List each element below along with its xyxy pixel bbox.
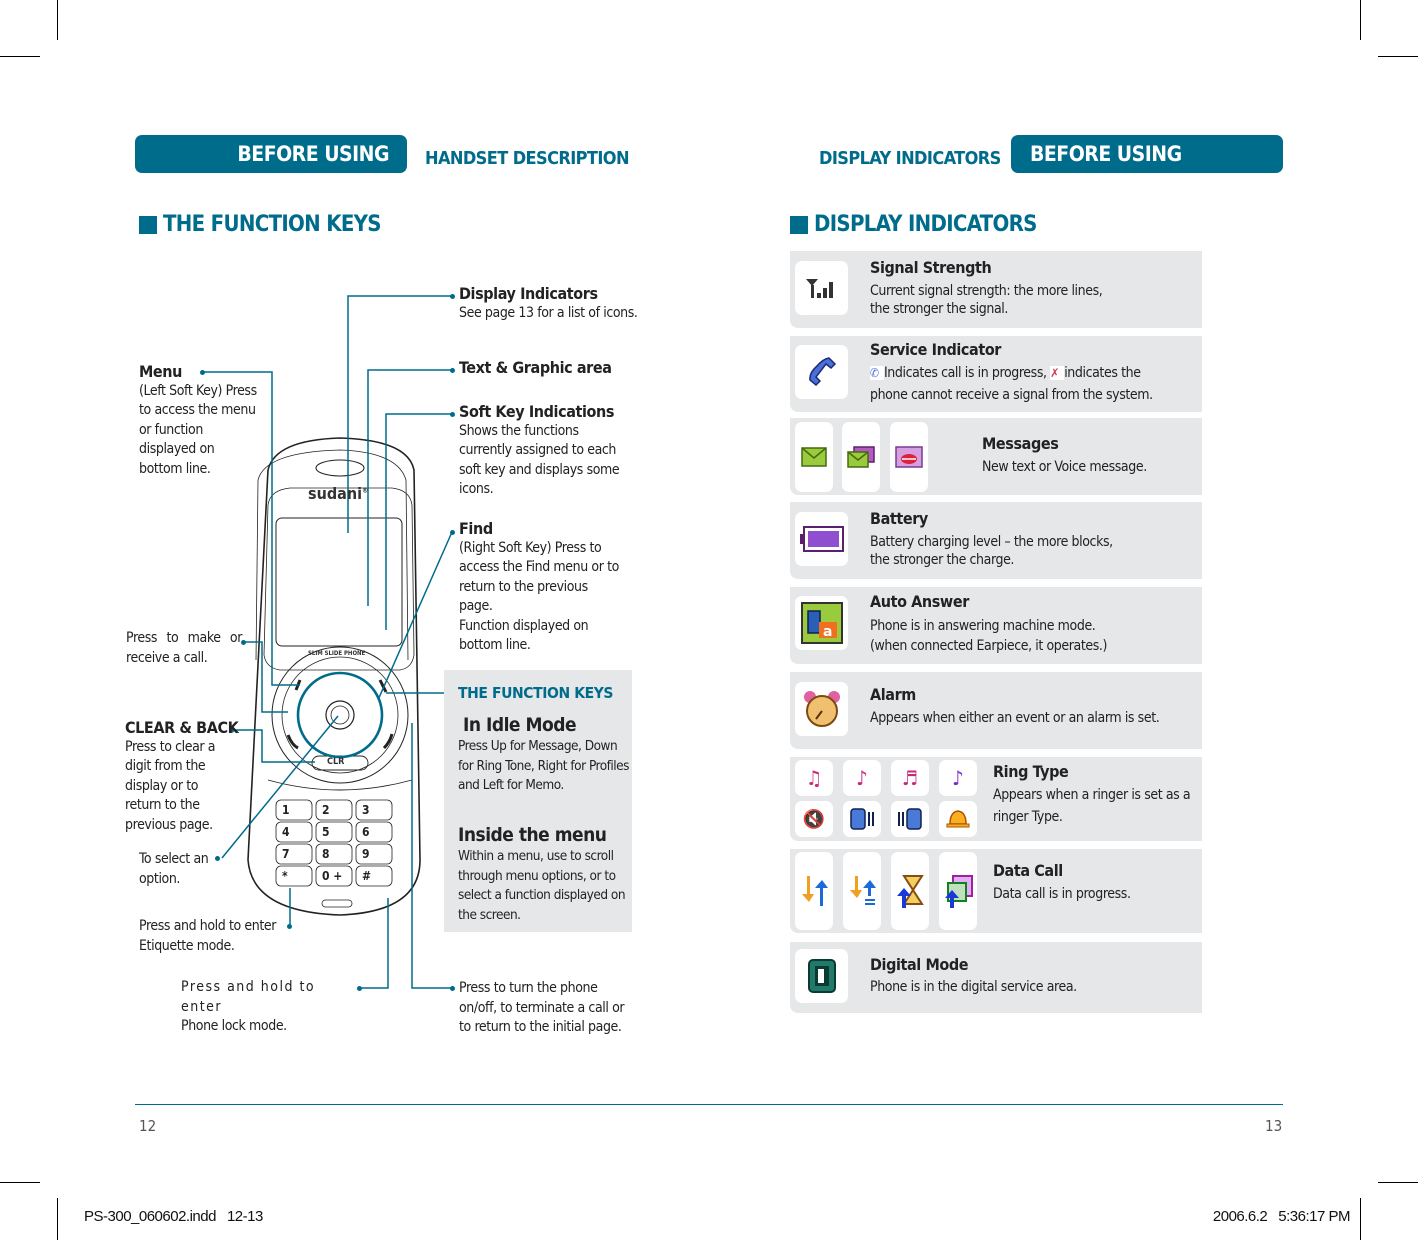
slug-file: PS-300_060602.indd 12-13 [84, 1208, 263, 1225]
handset-icon [795, 345, 848, 399]
svg-text:a: a [823, 624, 832, 640]
inside-menu-text: Within a menu, use to scroll through men… [458, 848, 626, 923]
callout-dot [450, 986, 455, 991]
indicator-ring-type: ♫ ♪ ♬ ♪ 🔇 Ring Type Appears when a ringe… [790, 757, 1202, 841]
key-star: * [282, 869, 288, 883]
voice-message-icon [890, 422, 928, 492]
nav-key-highlight [296, 671, 384, 759]
function-keys-box-title: THE FUNCTION KEYS [458, 684, 614, 702]
digital-mode-icon [795, 949, 848, 1003]
no-service-icon: ✗ [1050, 366, 1065, 380]
callout-power: Press to turn the phone on/off, to termi… [459, 980, 625, 1035]
indicator-digital-mode: Digital Mode Phone is in the digital ser… [790, 942, 1202, 1013]
callout-text-graphic: Text & Graphic area [459, 358, 612, 377]
callout-dot [450, 412, 455, 417]
callout-menu: Menu (Left Soft Key) Press to access the… [139, 362, 257, 477]
crop-mark [1360, 0, 1361, 40]
callout-dot [450, 368, 455, 373]
idle-mode-heading: In Idle Mode [463, 714, 577, 736]
header-pill-right: BEFORE USING [1011, 135, 1283, 173]
key-7: 7 [282, 847, 290, 861]
callout-find: Find (Right Soft Key) Press to access th… [459, 519, 619, 653]
section-square-icon [790, 215, 808, 234]
phone-screen [275, 517, 403, 647]
key-9: 9 [362, 847, 370, 861]
indicator-signal-strength: Signal Strength Current signal strength:… [790, 251, 1202, 328]
silent-icon: 🔇 [795, 801, 833, 837]
bell-icon [939, 801, 977, 837]
key-0: 0 + [322, 869, 343, 883]
crop-mark [1360, 1198, 1361, 1240]
envelope-icon [795, 422, 833, 492]
callout-dot [450, 530, 455, 535]
footer-rule [135, 1104, 1283, 1105]
key-2: 2 [322, 803, 330, 817]
key-4: 4 [282, 825, 290, 839]
crop-mark [0, 1182, 40, 1183]
callout-etiquette: Press and hold to enter Etiquette mode. [139, 918, 277, 954]
key-3: 3 [362, 803, 370, 817]
data-window-icon [939, 852, 977, 930]
battery-icon [795, 512, 848, 566]
handset-small-icon: ✆ [870, 366, 884, 380]
header-section-label: DISPLAY INDICATORS [819, 148, 1001, 169]
callout-dot [357, 986, 362, 991]
data-transfer-alt-icon [843, 852, 881, 930]
alarm-clock-icon [795, 682, 848, 736]
key-5: 5 [322, 825, 330, 839]
slug-timestamp: 2006.6.2 5:36:17 PM [1212, 1208, 1351, 1225]
envelopes-icon [842, 422, 880, 492]
signal-icon [795, 261, 848, 315]
key-6: 6 [362, 825, 370, 839]
indicator-battery: Battery Battery charging level – the mor… [790, 502, 1202, 579]
ring-icon: ♫ [795, 760, 833, 796]
callout-dot [450, 294, 455, 299]
phone-ring-text: SLIM SLIDE PHONE [308, 650, 366, 657]
crop-mark [57, 1198, 58, 1240]
data-transfer-icon [795, 852, 833, 930]
data-wait-icon [891, 852, 929, 930]
vibrate-icon: ♪ [843, 760, 881, 796]
header-pill-label: BEFORE USING [1030, 142, 1182, 166]
callout-clear-back: CLEAR & BACK Press to clear a digit from… [125, 718, 239, 833]
key-1: 1 [282, 803, 290, 817]
indicator-service: Service Indicator ✆ Indicates call is in … [790, 336, 1202, 412]
phone-clr-key: CLR [327, 757, 345, 767]
section-title-display-indicators: DISPLAY INDICATORS [790, 212, 1037, 237]
vibrate-left-icon [843, 801, 881, 837]
section-title-text: DISPLAY INDICATORS [814, 212, 1037, 237]
crop-mark [1378, 1182, 1418, 1183]
phone-brand: sudani® [308, 484, 369, 503]
indicator-messages: Messages New text or Voice message. [790, 418, 1202, 495]
function-keys-box: THE FUNCTION KEYS In Idle Mode Press Up … [444, 670, 632, 932]
callout-display-indicators: Display Indicators See page 13 for a lis… [459, 284, 638, 321]
callout-send: Press to make or receive a call. [126, 630, 242, 666]
vibrate-right-icon [891, 801, 929, 837]
key-hash: # [362, 869, 372, 883]
auto-answer-icon: a [795, 596, 848, 650]
crop-mark [1378, 56, 1418, 57]
inside-menu-heading: Inside the menu [458, 824, 607, 846]
indicator-data-call: Data Call Data call is in progress. [790, 849, 1202, 933]
ring-vibrate-icon: ♬ [891, 760, 929, 796]
page-number-left: 12 [139, 1117, 157, 1135]
page-number-right: 13 [1265, 1117, 1283, 1135]
callout-select: To select an option. [139, 851, 209, 887]
melody-icon: ♪ [939, 760, 977, 796]
indicator-auto-answer: a Auto Answer Phone is in answering mach… [790, 587, 1202, 664]
callout-soft-key-indications: Soft Key Indications Shows the functions… [459, 402, 620, 497]
idle-mode-text: Press Up for Message, Down for Ring Tone… [458, 738, 629, 793]
keypad: 1 2 3 4 5 6 7 8 9 * 0 + # [276, 800, 396, 888]
key-8: 8 [322, 847, 330, 861]
indicator-alarm: Alarm Appears when either an event or an… [790, 672, 1202, 749]
callout-lock: Press and hold to enter Phone lock mode. [181, 979, 316, 1034]
